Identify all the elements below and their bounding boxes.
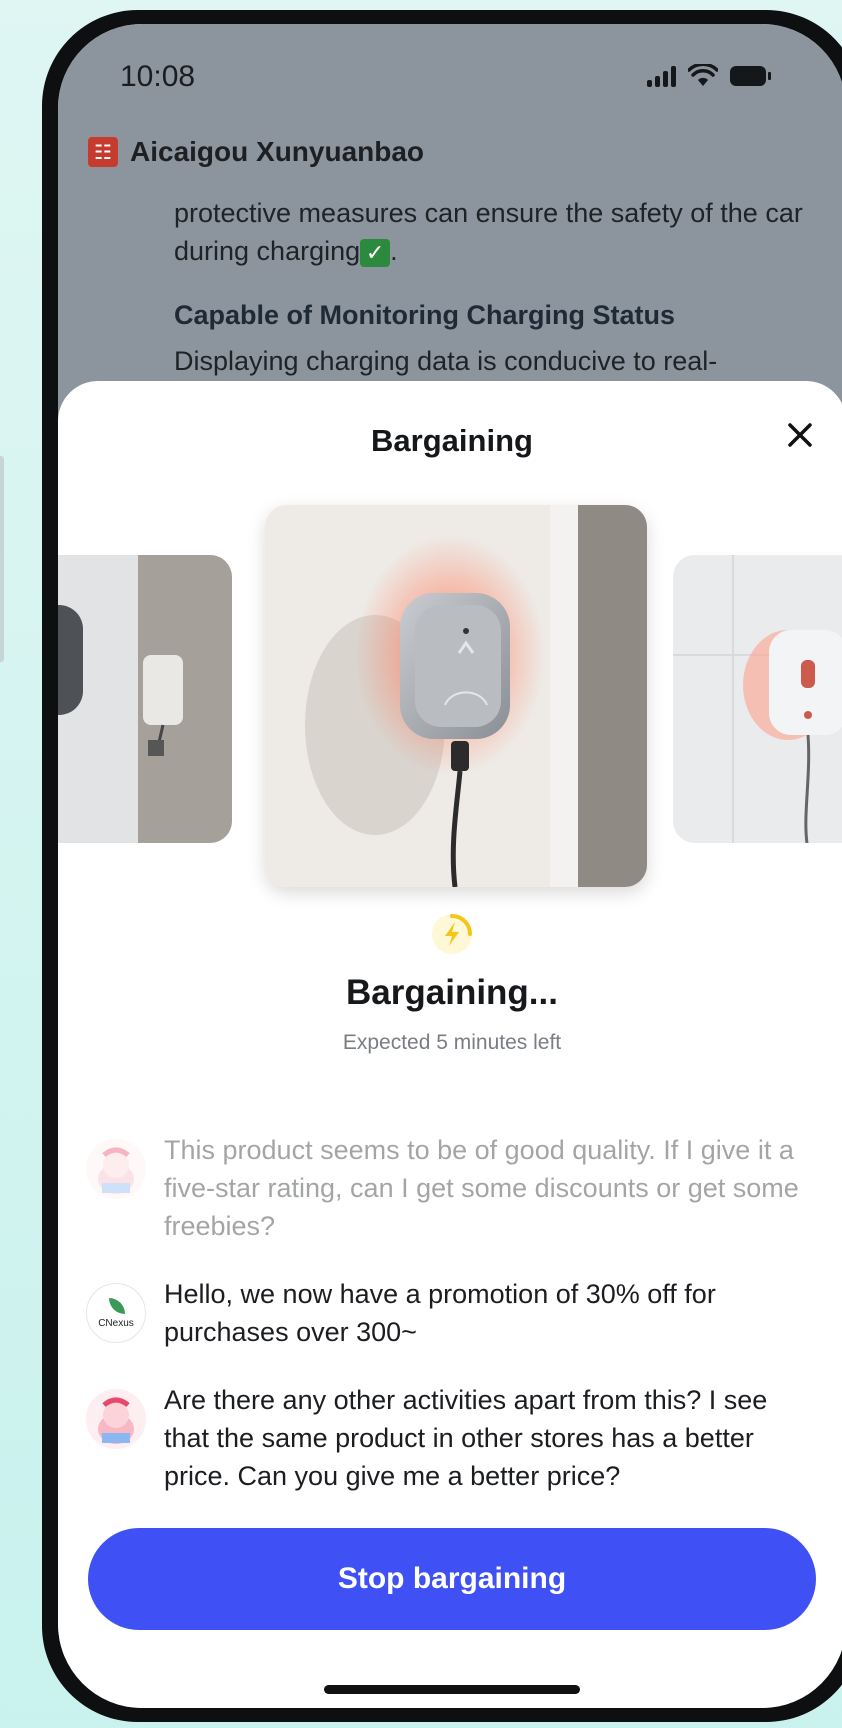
bargaining-chat-log: This product seems to be of good quality… [86, 1131, 814, 1525]
phone-frame: 10:08 ☷ Aicaigou Xunyuanbao protective m… [42, 10, 842, 1722]
chat-message-text: This product seems to be of good quality… [164, 1135, 799, 1241]
paragraph-text: protective measures can ensure the safet… [174, 198, 803, 266]
bargaining-sheet: Bargaining Bargaining... Expected 5 minu… [58, 381, 842, 1708]
chat-message-user: This product seems to be of good quality… [86, 1131, 814, 1245]
chat-message-shop: CNexus Hello, we now have a promotion of… [86, 1275, 814, 1351]
sheet-title: Bargaining [371, 423, 533, 458]
signal-icon [647, 65, 676, 87]
shop-name: Aicaigou Xunyuanbao [130, 136, 425, 167]
paragraph-end: . [390, 236, 398, 266]
user-avatar [86, 1389, 146, 1449]
stop-bargaining-button[interactable]: Stop bargaining [88, 1528, 816, 1630]
shop-header: ☷ Aicaigou Xunyuanbao [88, 136, 424, 168]
product-image-main[interactable] [265, 505, 647, 887]
leaf-logo-icon [109, 1298, 125, 1314]
background-paragraph: protective measures can ensure the safet… [174, 194, 806, 270]
check-mark-icon: ✓ [360, 239, 391, 267]
shop-avatar: CNexus [86, 1283, 146, 1343]
shop-avatar-label: CNexus [98, 1318, 134, 1329]
status-time: 10:08 [120, 60, 196, 93]
product-image-right[interactable] [673, 555, 842, 843]
bargaining-status-title: Bargaining... [346, 973, 558, 1012]
home-indicator[interactable] [324, 1685, 580, 1694]
phone-screen: 10:08 ☷ Aicaigou Xunyuanbao protective m… [58, 24, 842, 1708]
chat-message-text: Are there any other activities apart fro… [164, 1385, 768, 1491]
lightning-bolt-icon [432, 914, 472, 954]
wifi-icon [688, 64, 718, 86]
user-avatar [86, 1139, 146, 1199]
bargaining-status-subtitle: Expected 5 minutes left [342, 1031, 562, 1054]
status-icons [647, 64, 771, 88]
chat-message-user: Are there any other activities apart fro… [86, 1381, 814, 1495]
close-icon[interactable] [782, 417, 818, 453]
shop-logo-icon: ☷ [88, 137, 118, 167]
chat-message-text: Hello, we now have a promotion of 30% of… [164, 1279, 716, 1347]
product-image-carousel[interactable] [58, 505, 842, 887]
bolt-indicator [58, 911, 842, 957]
battery-icon [730, 66, 771, 86]
background-paragraph-2: Displaying charging data is conducive to… [174, 346, 718, 376]
side-decoration [0, 456, 4, 662]
product-image-left[interactable] [58, 555, 232, 843]
background-heading: Capable of Monitoring Charging Status [174, 300, 675, 330]
